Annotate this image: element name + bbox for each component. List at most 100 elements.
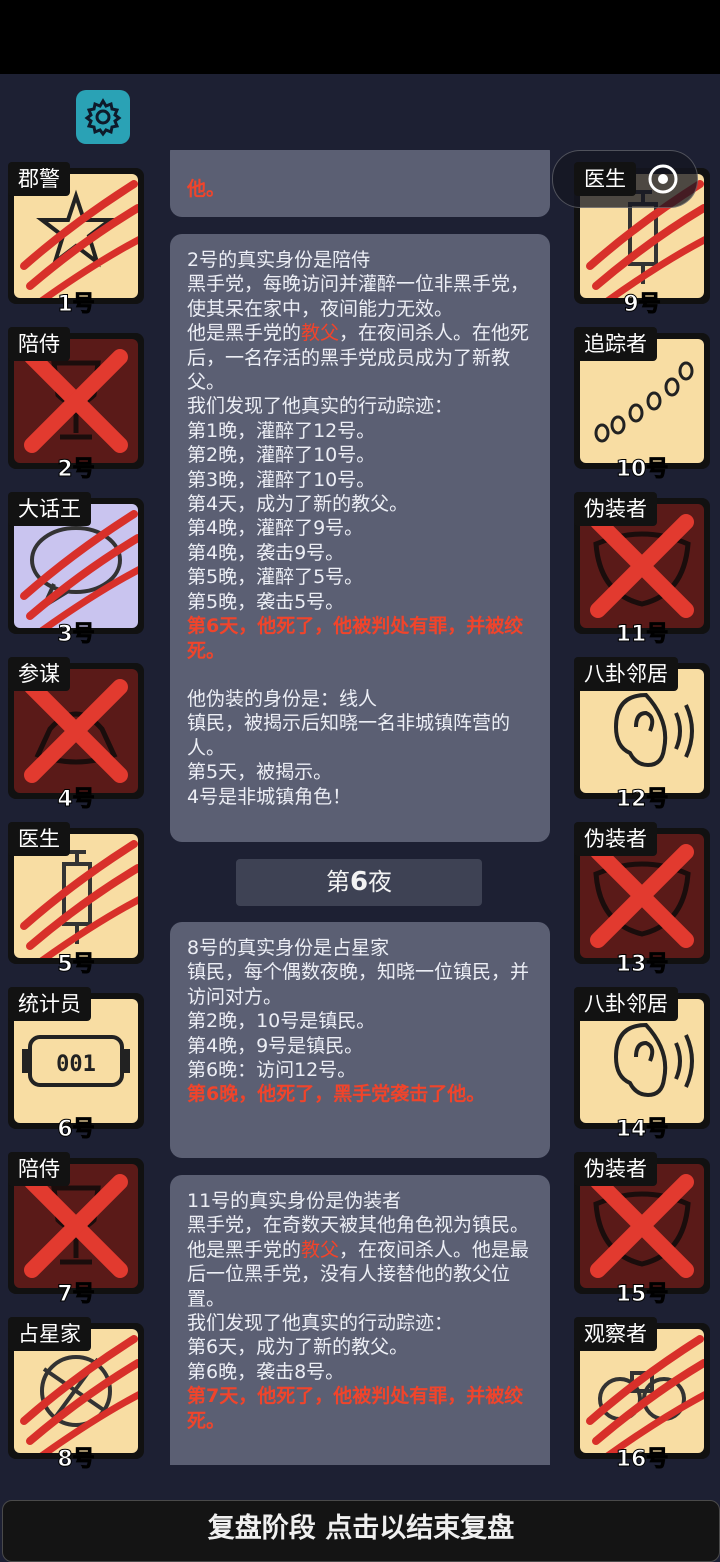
role-reveal-title: 8号的真实身份是占星家: [187, 937, 390, 959]
action-item: 第6晚，袭击8号。: [187, 1360, 345, 1383]
player-card-15号[interactable]: 伪装者 15号: [574, 1152, 714, 1308]
role-reveal-title: 2号的真实身份是陪侍: [187, 249, 371, 271]
player-card-2号[interactable]: 陪侍 2号: [8, 327, 148, 483]
player-card-11号[interactable]: 伪装者 11号: [574, 492, 714, 648]
player-number: 15号: [615, 1282, 669, 1308]
player-number: 6号: [57, 1117, 95, 1143]
player-card-16号[interactable]: 观察者 16号: [574, 1317, 714, 1473]
role-description: 黑手党，每晚访问并灌醉一位非黑手党，使其呆在家中，夜间能力无效。: [187, 273, 530, 320]
action-list: 第6天，成为了新的教父。 第6晚，袭击8号。: [187, 1335, 534, 1384]
player-card-13号[interactable]: 伪装者 13号: [574, 822, 714, 978]
role-label: 陪侍: [8, 1152, 70, 1186]
svg-text:001: 001: [56, 1052, 96, 1077]
death-text: 第6晚，他死了，黑手党袭击了他。: [187, 1083, 486, 1106]
player-number: 10号: [615, 457, 669, 483]
player-card-8号[interactable]: 占星家 8号: [8, 1317, 148, 1473]
player-card-6号[interactable]: 001 统计员 6号: [8, 987, 148, 1143]
role-label: 伪装者: [574, 1152, 657, 1186]
disguise-description: 镇民，被揭示后知晓一名非城镇阵营的人。: [187, 712, 511, 759]
reveal-text: 第5天，被揭示。: [187, 761, 333, 784]
player-card-7号[interactable]: 陪侍 7号: [8, 1152, 148, 1308]
player-number: 16号: [615, 1447, 669, 1473]
role-label: 参谋: [8, 657, 70, 691]
action-item: 第3晚，灌醉了10号。: [187, 468, 376, 491]
player-number: 4号: [57, 787, 95, 813]
action-item: 第4晚，9号是镇民。: [187, 1034, 364, 1057]
player-number: 12号: [615, 787, 669, 813]
game-log-panel[interactable]: 他。 2号的真实身份是陪侍 黑手党，每晚访问并灌醉一位非黑手党，使其呆在家中，夜间…: [160, 150, 560, 1465]
player-number: 8号: [57, 1447, 95, 1473]
log-message: 2号的真实身份是陪侍 黑手党，每晚访问并灌醉一位非黑手党，使其呆在家中，夜间能力无…: [170, 234, 550, 842]
death-text: 第7天，他死了，他被判处有罪，并被绞死。: [187, 1385, 524, 1432]
player-card-3号[interactable]: 大话王 3号: [8, 492, 148, 648]
end-review-button[interactable]: 复盘阶段 点击以结束复盘: [2, 1500, 720, 1562]
godfather-text: 他是黑手党的: [187, 1238, 302, 1261]
player-card-1号[interactable]: 郡警 1号: [8, 162, 148, 318]
player-card-10号[interactable]: 追踪者 10号: [574, 327, 714, 483]
action-list: 第2晚，10号是镇民。 第4晚，9号是镇民。 第6晚：访问12号。: [187, 1009, 534, 1082]
godfather-line: 他是黑手党的教父，在夜间杀人。他是最后一位黑手党，没有人接替他的教父位置。: [187, 1238, 534, 1311]
night-divider: 第6夜: [236, 859, 482, 906]
log-message: 他。: [170, 150, 550, 217]
godfather-line: 他是黑手党的教父，在夜间杀人。在他死后，一名存活的黑手党成员成为了新教父。: [187, 321, 534, 394]
night-prefix: 第: [325, 868, 350, 896]
role-label: 伪装者: [574, 492, 657, 526]
target-icon[interactable]: [647, 163, 679, 195]
role-label: 大话王: [8, 492, 91, 526]
player-card-12号[interactable]: 八卦邻居 12号: [574, 657, 714, 813]
action-item: 第2晚，10号是镇民。: [187, 1010, 376, 1033]
night-suffix: 夜: [368, 868, 393, 896]
log-message: 11号的真实身份是伪装者 黑手党，在奇数天被其他角色视为镇民。 他是黑手党的教父，在…: [170, 1175, 550, 1465]
role-description: 黑手党，在奇数天被其他角色视为镇民。: [187, 1214, 530, 1237]
player-card-5号[interactable]: 医生 5号: [8, 822, 148, 978]
action-item: 第1晚，灌醉了12号。: [187, 419, 376, 442]
player-number: 14号: [615, 1117, 669, 1143]
action-item: 第2晚，灌醉了10号。: [187, 444, 376, 467]
action-item: 第6天，成为了新的教父。: [187, 1336, 409, 1359]
status-bar: [0, 0, 720, 74]
player-number: 11号: [615, 622, 669, 648]
player-number: 5号: [57, 952, 95, 978]
action-item: 第6晚：访问12号。: [187, 1059, 357, 1082]
trace-heading: 我们发现了他真实的行动踪迹：: [187, 1312, 454, 1335]
role-label: 医生: [574, 162, 636, 196]
player-card-14号[interactable]: 八卦邻居 14号: [574, 987, 714, 1143]
godfather-highlight: 教父: [301, 1238, 340, 1261]
action-item: 第5晚，袭击5号。: [187, 590, 345, 613]
player-number: 9号: [623, 292, 661, 318]
player-number: 7号: [57, 1282, 95, 1308]
death-text: 第6天，他死了，他被判处有罪，并被绞死。: [187, 615, 524, 662]
role-label: 统计员: [8, 987, 91, 1021]
action-item: 第5晚，灌醉了5号。: [187, 566, 364, 589]
godfather-highlight: 教父: [301, 322, 340, 345]
night-number: 6: [349, 867, 369, 897]
player-number: 3号: [57, 622, 95, 648]
trace-heading: 我们发现了他真实的行动踪迹：: [187, 395, 454, 418]
gear-icon: [84, 98, 122, 137]
player-number: 1号: [57, 292, 95, 318]
player-number: 13号: [615, 952, 669, 978]
role-description: 镇民，每个偶数夜晚，知晓一位镇民，并访问对方。: [187, 961, 530, 1008]
player-number: 2号: [57, 457, 95, 483]
role-reveal-title: 11号的真实身份是伪装者: [187, 1190, 402, 1212]
death-text: 他。: [187, 178, 226, 200]
action-item: 第4晚，袭击9号。: [187, 541, 345, 564]
role-label: 占星家: [8, 1317, 91, 1351]
godfather-text: 他是黑手党的: [187, 322, 302, 345]
role-label: 郡警: [8, 162, 70, 196]
player-card-4号[interactable]: 参谋 4号: [8, 657, 148, 813]
finding-text: 4号是非城镇角色！: [187, 785, 352, 808]
role-label: 医生: [8, 822, 70, 856]
role-label: 八卦邻居: [574, 987, 678, 1021]
role-label: 八卦邻居: [574, 657, 678, 691]
role-label: 伪装者: [574, 822, 657, 856]
role-label: 追踪者: [574, 327, 657, 361]
log-message: 8号的真实身份是占星家 镇民，每个偶数夜晚，知晓一位镇民，并访问对方。 第2晚，10…: [170, 922, 550, 1158]
role-label: 观察者: [574, 1317, 657, 1351]
disguise-title: 他伪装的身份是：线人: [187, 687, 378, 710]
action-list: 第1晚，灌醉了12号。 第2晚，灌醉了10号。 第3晚，灌醉了10号。 第4天，成为了…: [187, 419, 534, 614]
action-item: 第4天，成为了新的教父。: [187, 493, 409, 516]
role-label: 陪侍: [8, 327, 70, 361]
action-item: 第4晚，灌醉了9号。: [187, 517, 364, 540]
settings-button[interactable]: [76, 90, 130, 144]
